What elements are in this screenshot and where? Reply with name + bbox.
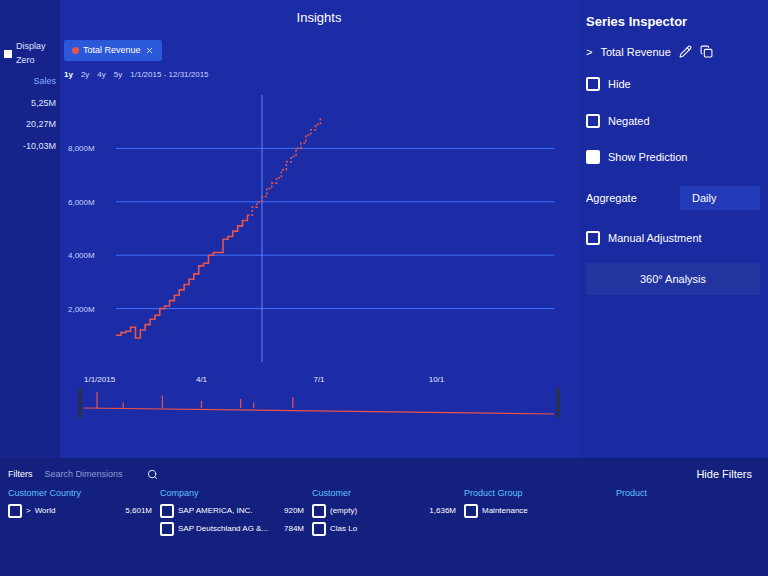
range-button[interactable]: 2y (81, 69, 89, 81)
aggregate-select[interactable]: Daily (680, 186, 760, 211)
checkbox[interactable] (586, 150, 600, 164)
date-range[interactable]: 1/1/2015 - 12/31/2015 (130, 69, 208, 81)
timeline-overview[interactable]: 1/1/2015 4/1 7/1 10/1 (64, 370, 564, 434)
cursor-line (262, 95, 263, 362)
close-icon[interactable] (145, 46, 154, 55)
filter-item[interactable]: (empty)1,636M (312, 504, 456, 518)
checkbox[interactable] (8, 504, 22, 518)
column-header: Product Group (464, 487, 608, 501)
option-row[interactable]: Hide (586, 72, 760, 97)
checkbox[interactable] (312, 522, 326, 536)
filter-column: Customer Country >World5,601M (8, 487, 152, 576)
y-gridline: 4,000M (68, 251, 554, 260)
range-button[interactable]: 1y (64, 69, 73, 81)
series-line (116, 116, 320, 338)
filter-item[interactable]: Maintenance (464, 504, 608, 518)
y-gridline: 2,000M (68, 305, 554, 314)
filters-title: Filters (8, 468, 33, 482)
left-panel: Display Zero Sales 5,25M 20,27M -10,03M (0, 0, 60, 458)
series-inspector: Series Inspector > Total Revenue Hide Negate… (578, 0, 768, 458)
pencil-icon[interactable] (679, 45, 692, 58)
page-title: Insights (64, 0, 574, 36)
y-gridline: 6,000M (68, 198, 554, 207)
series-name: Total Revenue (600, 44, 670, 61)
series-chip[interactable]: Total Revenue (64, 40, 162, 62)
aggregate-label: Aggregate (586, 190, 637, 207)
filter-item[interactable]: Clas Lo (312, 522, 456, 536)
option-row[interactable]: Show Prediction (586, 145, 760, 170)
analysis-button[interactable]: 360° Analysis (586, 263, 760, 296)
checkbox[interactable] (586, 114, 600, 128)
checkbox[interactable] (160, 522, 174, 536)
y-gridline: 8,000M (68, 144, 554, 153)
sales-header: Sales (4, 75, 56, 89)
revenue-chart[interactable]: 2,000M 4,000M 6,000M 8,000M (64, 85, 564, 370)
filter-column: Company SAP AMERICA, INC.920M SAP Deutschl… (160, 487, 304, 576)
sales-value: 5,25M (4, 97, 56, 111)
checkbox[interactable] (312, 504, 326, 518)
checkbox[interactable] (586, 231, 600, 245)
svg-text:8,000M: 8,000M (68, 144, 95, 153)
hide-filters-button[interactable]: Hide Filters (696, 466, 760, 483)
filter-item[interactable]: >World5,601M (8, 504, 152, 518)
search-icon[interactable] (147, 469, 158, 480)
copy-icon[interactable] (700, 45, 713, 58)
manual-adjustment-row[interactable]: Manual Adjustment (586, 226, 760, 251)
filter-column: Customer (empty)1,636M Clas Lo (312, 487, 456, 576)
range-button[interactable]: 4y (97, 69, 105, 81)
svg-text:4/1: 4/1 (196, 375, 208, 384)
svg-text:2,000M: 2,000M (68, 305, 95, 314)
checkbox[interactable] (160, 504, 174, 518)
column-header: Company (160, 487, 304, 501)
range-button[interactable]: 5y (114, 69, 122, 81)
column-header: Product (616, 487, 760, 501)
svg-text:4,000M: 4,000M (68, 251, 95, 260)
sales-value: -10,03M (4, 140, 56, 154)
filter-item[interactable]: SAP AMERICA, INC.920M (160, 504, 304, 518)
filters-panel: Filters Search Dimensions Hide Filters Cust… (0, 458, 768, 576)
display-zero[interactable]: Display Zero (4, 40, 56, 67)
svg-text:7/1: 7/1 (313, 375, 325, 384)
checkbox[interactable] (586, 77, 600, 91)
expand-toggle[interactable]: > (586, 44, 592, 61)
sales-value: 20,27M (4, 118, 56, 132)
main-area: Insights Total Revenue 1y 2y 4y 5y 1/1/2015 - … (60, 0, 578, 458)
svg-text:10/1: 10/1 (429, 375, 445, 384)
svg-text:1/1/2015: 1/1/2015 (84, 375, 116, 384)
option-row[interactable]: Negated (586, 109, 760, 134)
inspector-title: Series Inspector (586, 12, 760, 32)
svg-text:6,000M: 6,000M (68, 198, 95, 207)
column-header: Customer (312, 487, 456, 501)
app: Display Zero Sales 5,25M 20,27M -10,03M Insig… (0, 0, 768, 576)
search-field[interactable]: Search Dimensions (45, 468, 135, 482)
filter-item[interactable]: SAP Deutschland AG &...784M (160, 522, 304, 536)
checkbox[interactable] (464, 504, 478, 518)
filter-column: Product Group Maintenance (464, 487, 608, 576)
column-header: Customer Country (8, 487, 152, 501)
filter-column: Product (616, 487, 760, 576)
